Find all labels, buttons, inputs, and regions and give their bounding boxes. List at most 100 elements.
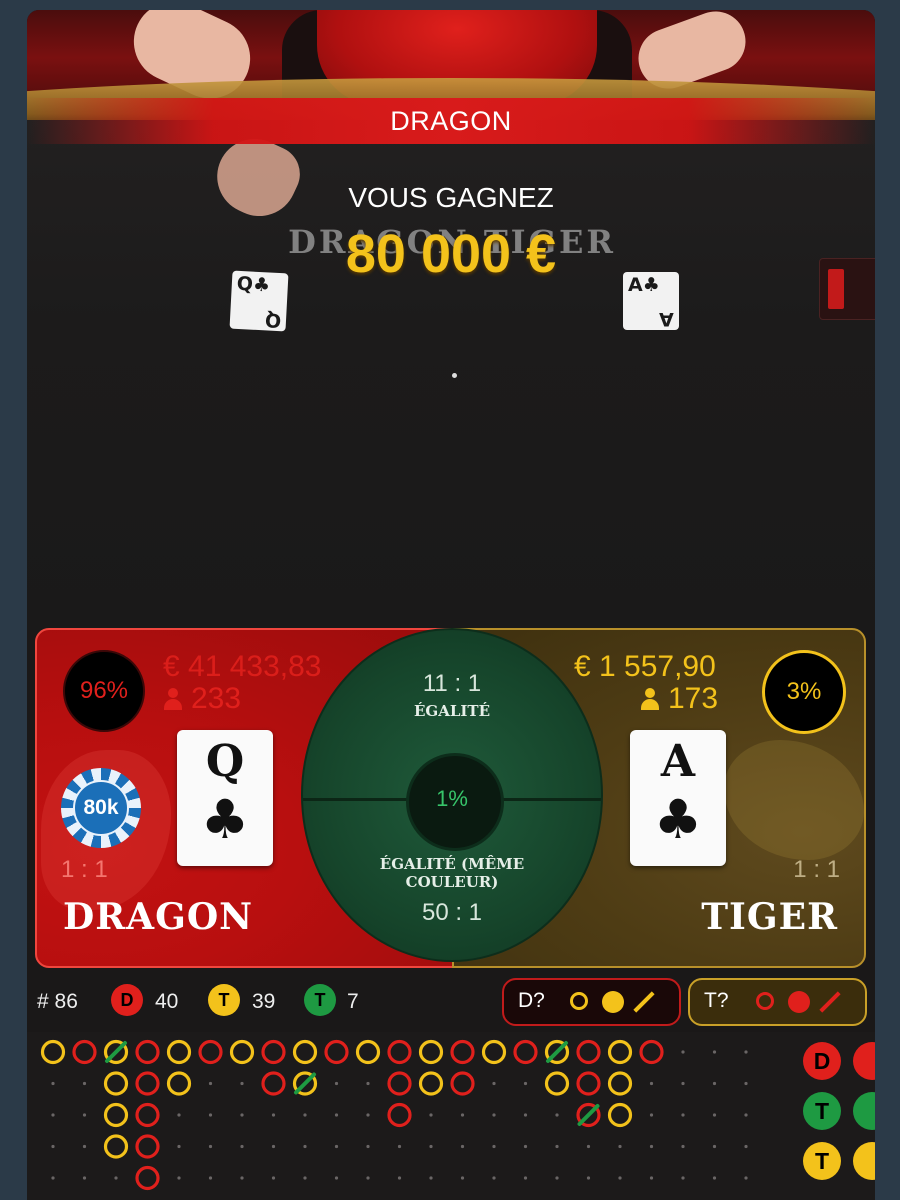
empty-cell <box>429 1144 433 1149</box>
predict-tiger-label: T? <box>704 989 729 1012</box>
big-road-result: D <box>803 1042 841 1080</box>
tie-label[interactable]: ÉGALITÉ <box>303 702 601 720</box>
empty-cell <box>271 1113 276 1117</box>
empty-cell <box>51 1144 55 1149</box>
empty-cell <box>618 1144 622 1149</box>
empty-cell <box>51 1176 55 1180</box>
stats-bar: # 86 D 40 T 39 T 7 D? T? <box>27 972 875 1032</box>
tiger-card-rank: A <box>660 736 696 787</box>
empty-cell <box>492 1176 496 1180</box>
card-back <box>828 269 844 309</box>
empty-cell <box>681 1050 685 1054</box>
tiger-win-count: 39 <box>252 990 276 1013</box>
empty-cell <box>366 1081 370 1086</box>
empty-cell <box>271 1176 276 1180</box>
empty-cell <box>681 1113 685 1117</box>
placed-chip[interactable]: 80k <box>61 768 141 848</box>
table-marker <box>452 373 457 378</box>
table-card-dragon: Q♣ Q <box>229 270 289 332</box>
tiger-player-count: 173 <box>640 682 718 716</box>
empty-cell <box>429 1113 433 1117</box>
predict-tiger-button[interactable]: T? <box>688 978 867 1026</box>
empty-cell <box>429 1176 433 1180</box>
dot-icon <box>602 991 624 1013</box>
tiger-payout: 1 : 1 <box>793 856 840 883</box>
tie-count: 7 <box>347 990 359 1013</box>
empty-cell <box>744 1113 748 1117</box>
empty-cell <box>649 1176 654 1180</box>
person-icon <box>163 688 183 710</box>
empty-cell <box>366 1144 370 1149</box>
empty-cell <box>82 1176 87 1180</box>
empty-cell <box>366 1113 370 1117</box>
empty-cell <box>712 1113 717 1117</box>
empty-cell <box>397 1144 402 1149</box>
bead-road <box>27 1032 875 1200</box>
empty-cell <box>303 1113 307 1117</box>
chip-value: 80k <box>73 780 129 836</box>
empty-cell <box>555 1113 559 1117</box>
tiger-players-value: 173 <box>668 682 719 715</box>
empty-cell <box>397 1176 402 1180</box>
empty-cell <box>208 1081 213 1086</box>
empty-cell <box>712 1144 717 1149</box>
empty-cell <box>744 1081 748 1086</box>
empty-cell <box>114 1176 118 1180</box>
empty-cell <box>177 1144 181 1149</box>
empty-cell <box>271 1144 276 1149</box>
tie-odds[interactable]: 11 : 1 <box>303 670 601 698</box>
empty-cell <box>618 1176 622 1180</box>
empty-cell <box>366 1176 370 1180</box>
result-banner: DRAGON <box>27 98 875 144</box>
empty-cell <box>208 1176 213 1180</box>
win-amount: 80 000 € <box>345 224 557 284</box>
slash-icon <box>819 991 841 1013</box>
game-stage: DRAGON VOUS GAGNEZ DRAGON TIGER 80 000 €… <box>27 10 875 1200</box>
empty-cell <box>240 1113 244 1117</box>
empty-cell <box>460 1176 465 1180</box>
empty-cell <box>208 1144 213 1149</box>
dragon-total-stake: € 41 433,83 <box>163 650 322 683</box>
empty-cell <box>177 1176 181 1180</box>
empty-cell <box>649 1081 654 1086</box>
empty-cell <box>712 1081 717 1086</box>
empty-cell <box>492 1113 496 1117</box>
empty-cell <box>744 1176 748 1180</box>
dragon-players-value: 233 <box>191 682 242 715</box>
empty-cell <box>82 1081 87 1086</box>
clubs-icon: ♣ <box>200 788 250 851</box>
empty-cell <box>51 1081 55 1086</box>
tie-badge: T <box>304 984 336 1016</box>
empty-cell <box>555 1176 559 1180</box>
dragon-payout: 1 : 1 <box>61 856 108 883</box>
predict-dragon-label: D? <box>518 989 545 1012</box>
empty-cell <box>460 1144 465 1149</box>
tie-percent: 1% <box>436 786 468 811</box>
dragon-win-count: 40 <box>155 990 179 1013</box>
empty-cell <box>681 1081 685 1086</box>
empty-cell <box>744 1144 748 1149</box>
empty-cell <box>177 1113 181 1117</box>
tiger-emblem <box>724 740 864 860</box>
tie-bet-area: 11 : 1 ÉGALITÉ 1% ÉGALITÉ (MÊME COULEUR)… <box>301 628 603 962</box>
tiger-win-badge: T <box>208 984 240 1016</box>
suited-tie-label[interactable]: ÉGALITÉ (MÊME COULEUR) <box>343 855 561 891</box>
empty-cell <box>82 1144 87 1149</box>
empty-cell <box>240 1144 244 1149</box>
empty-cell <box>712 1176 717 1180</box>
empty-cell <box>334 1081 339 1086</box>
suited-tie-odds[interactable]: 50 : 1 <box>303 899 601 927</box>
dragon-card-rank: Q <box>205 736 245 787</box>
empty-cell <box>681 1176 685 1180</box>
empty-cell <box>334 1144 339 1149</box>
win-label: VOUS GAGNEZ <box>348 182 554 213</box>
empty-cell <box>460 1113 465 1117</box>
table-card-tiger: A♣ A <box>623 272 679 330</box>
ring-icon <box>756 992 774 1010</box>
dot-icon <box>788 991 810 1013</box>
empty-cell <box>744 1050 748 1054</box>
person-icon <box>640 688 660 710</box>
big-road-result: T <box>803 1142 841 1180</box>
predict-dragon-button[interactable]: D? <box>502 978 681 1026</box>
empty-cell <box>334 1176 339 1180</box>
